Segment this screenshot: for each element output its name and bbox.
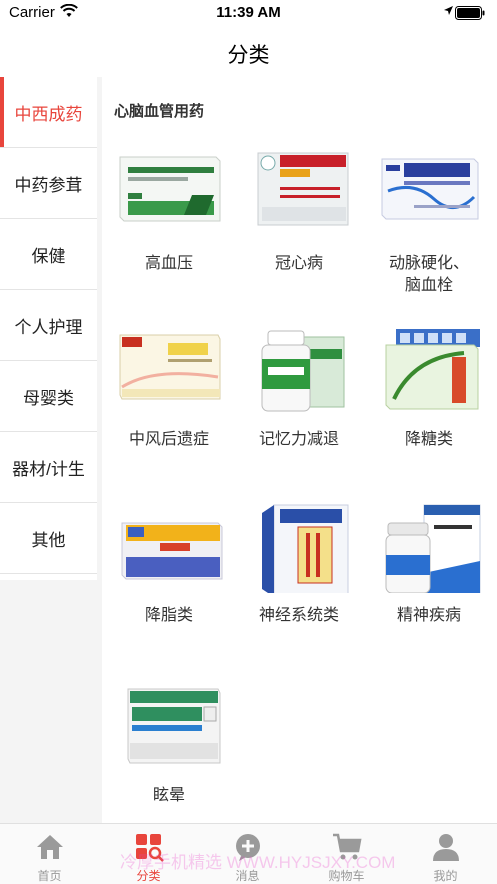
category-item-psychiatric[interactable]: 精神疾病 xyxy=(364,503,494,627)
nervous-medicine-box-icon xyxy=(244,503,354,598)
profile-icon xyxy=(433,834,459,861)
category-item-vertigo[interactable]: 眩晕 xyxy=(104,683,234,807)
section-title: 心脑血管用药 xyxy=(114,103,205,120)
category-item-label: 记忆力减退 xyxy=(258,431,339,448)
location-arrow-icon xyxy=(444,6,453,15)
psychiatric-medicine-box-icon xyxy=(374,503,484,594)
page-title: 分类 xyxy=(227,44,270,67)
sidebar-item-personal-care[interactable]: 个人护理 xyxy=(0,290,97,361)
category-content: 心脑血管用药 高血压 冠心病 动脉硬化、 脑血栓 中风后遗症 记忆力减退 降糖类… xyxy=(102,77,497,823)
watermark-text: 冷厚手机精选 WWW.HYJSJXY.COM xyxy=(120,853,396,872)
category-item-label: 精神疾病 xyxy=(396,607,461,624)
lipid-medicine-box-icon xyxy=(114,503,224,593)
battery-icon xyxy=(455,6,485,20)
vertigo-medicine-box-icon xyxy=(114,683,224,773)
hypertension-medicine-box-icon xyxy=(114,151,224,241)
category-sidebar: 中西成药 中药参茸 保健 个人护理 母婴类 器材/计生 其他 xyxy=(0,77,97,580)
sidebar-item-health[interactable]: 保健 xyxy=(0,219,97,290)
sidebar-item-label: 保健 xyxy=(31,246,66,266)
category-item-memory-decline[interactable]: 记忆力减退 xyxy=(234,327,364,451)
sidebar-item-western-chinese-medicine[interactable]: 中西成药 xyxy=(0,77,97,148)
sidebar-item-ginseng[interactable]: 中药参茸 xyxy=(0,148,97,219)
category-item-stroke-sequelae[interactable]: 中风后遗症 xyxy=(104,327,234,451)
category-item-lipid-lowering[interactable]: 降脂类 xyxy=(104,503,234,627)
tab-profile[interactable]: 我的 xyxy=(396,824,495,884)
tab-label: 首页 xyxy=(37,869,62,883)
sidebar-item-label: 中西成药 xyxy=(14,104,83,124)
category-item-label: 高血压 xyxy=(144,255,193,272)
category-item-hypertension[interactable]: 高血压 xyxy=(104,151,234,275)
tab-label: 我的 xyxy=(433,869,458,883)
memory-medicine-bottle-icon xyxy=(244,327,354,417)
home-icon xyxy=(37,835,63,859)
category-item-label: 神经系统类 xyxy=(258,607,339,624)
sidebar-item-label: 中药参茸 xyxy=(14,175,83,195)
status-bar: Carrier 11:39 AM xyxy=(0,0,497,26)
sidebar-item-label: 母婴类 xyxy=(23,388,74,408)
category-item-label: 冠心病 xyxy=(274,255,323,272)
sidebar-item-label: 其他 xyxy=(31,530,66,550)
category-item-label: 中风后遗症 xyxy=(128,431,209,448)
sidebar-item-label: 器材/计生 xyxy=(12,459,85,479)
category-item-arteriosclerosis[interactable]: 动脉硬化、 脑血栓 xyxy=(364,151,494,297)
tab-home[interactable]: 首页 xyxy=(0,824,99,884)
sidebar-item-devices[interactable]: 器材/计生 xyxy=(0,432,97,503)
sidebar-item-mother-baby[interactable]: 母婴类 xyxy=(0,361,97,432)
sidebar-empty-area xyxy=(0,580,102,823)
navigation-bar: 分类 xyxy=(0,26,497,76)
category-item-label: 眩晕 xyxy=(152,787,185,804)
clock-label: 11:39 AM xyxy=(216,4,281,21)
sidebar-item-other[interactable]: 其他 xyxy=(0,503,97,574)
category-item-nervous-system[interactable]: 神经系统类 xyxy=(234,503,364,627)
sidebar-item-label: 个人护理 xyxy=(14,317,83,337)
stroke-medicine-box-icon xyxy=(114,327,224,417)
category-item-hypoglycemic[interactable]: 降糖类 xyxy=(364,327,494,451)
category-item-label: 降脂类 xyxy=(144,607,193,624)
category-item-coronary[interactable]: 冠心病 xyxy=(234,151,364,275)
coronary-medicine-box-icon xyxy=(244,151,354,241)
diabetes-medicine-box-icon xyxy=(374,327,484,417)
category-item-label: 降糖类 xyxy=(404,431,453,448)
category-item-label: 动脉硬化、 脑血栓 xyxy=(388,255,469,294)
arteriosclerosis-medicine-box-icon xyxy=(374,151,484,241)
